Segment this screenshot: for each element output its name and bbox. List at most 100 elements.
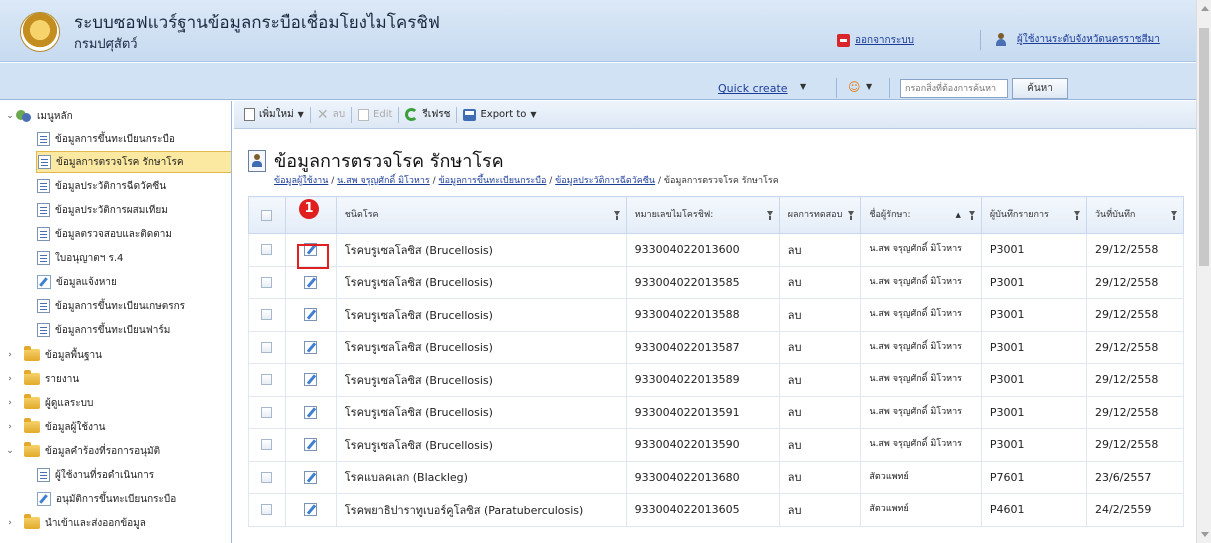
sidebar-item-inspection[interactable]: ข้อมูลตรวจสอบและติดตาม [37, 223, 172, 245]
table-row[interactable]: โรคบรูเซลโลซิส (Brucellosis) 933004022013… [248, 298, 1185, 332]
row-checkbox[interactable] [261, 276, 273, 288]
row-select-cell[interactable] [248, 395, 286, 429]
sidebar-item-farmer-registration[interactable]: ข้อมูลการขึ้นทะเบียนเกษตรกร [37, 295, 185, 317]
sidebar-folder-admin[interactable]: › ผู้ดูแลระบบ [4, 392, 93, 414]
sidebar-item-vaccination[interactable]: ข้อมูลประวัติการฉีดวัคซีน [37, 175, 166, 197]
edit-icon[interactable] [304, 340, 318, 354]
table-row[interactable]: โรคบรูเซลโลซิส (Brucellosis) 933004022013… [248, 233, 1185, 267]
chevron-down-icon[interactable]: ▼ [530, 110, 536, 119]
chevron-right-icon[interactable]: › [4, 350, 16, 360]
table-row[interactable]: โรคพยาธิปาราทูเบอร์คูโลซิส (Paratubercul… [248, 493, 1185, 527]
filter-icon[interactable] [848, 211, 855, 220]
filter-icon[interactable] [1073, 211, 1080, 220]
search-input[interactable] [900, 79, 1008, 98]
column-header-microchip[interactable]: หมายเลขไมโครชิฟ: [625, 196, 780, 234]
chevron-down-icon[interactable]: ▼ [800, 82, 806, 91]
row-select-cell[interactable] [248, 330, 286, 364]
chevron-down-icon[interactable]: ⌄ [4, 446, 16, 456]
filter-icon[interactable] [766, 211, 773, 220]
sidebar-folder-import-export[interactable]: › นำเข้าและส่งออกข้อมูล [4, 512, 146, 534]
filter-icon[interactable] [1171, 211, 1177, 220]
breadcrumb-link[interactable]: ข้อมูลประวัติการฉีดวัคซีน [555, 176, 655, 186]
row-edit-cell[interactable] [284, 330, 337, 364]
row-checkbox[interactable] [261, 471, 273, 483]
row-select-cell[interactable] [248, 233, 286, 267]
chevron-right-icon[interactable]: › [4, 374, 16, 384]
row-select-cell[interactable] [248, 493, 286, 527]
edit-icon[interactable] [304, 405, 318, 419]
edit-icon[interactable] [304, 438, 318, 452]
breadcrumb-link[interactable]: น.สพ จรุญศักดิ์ มิโวหาร [337, 176, 430, 186]
row-edit-cell[interactable] [284, 363, 337, 397]
chevron-down-icon[interactable]: ▼ [866, 82, 872, 91]
quick-create-link[interactable]: Quick create [718, 82, 788, 95]
edit-icon[interactable] [304, 503, 318, 517]
sidebar-item-farm-registration[interactable]: ข้อมูลการขึ้นทะเบียนฟาร์ม [37, 319, 170, 341]
filter-icon[interactable] [613, 211, 620, 220]
column-header-result[interactable]: ผลการทดสอบ [778, 196, 862, 234]
sidebar-folder-reports[interactable]: › รายงาน [4, 368, 79, 390]
column-header-vet[interactable]: ชื่อผู้รักษา: ▲ [860, 196, 982, 234]
select-all-cell[interactable] [248, 196, 286, 234]
row-select-cell[interactable] [248, 428, 286, 462]
breadcrumb-link[interactable]: ข้อมูลการขึ้นทะเบียนกระบือ [439, 176, 547, 186]
table-row[interactable]: โรคบรูเซลโลซิส (Brucellosis) 933004022013… [248, 395, 1185, 429]
sidebar-folder-pending-requests[interactable]: ⌄ ข้อมูลคำร้องที่รอการอนุมัติ [4, 440, 160, 462]
row-edit-cell[interactable] [284, 395, 337, 429]
new-record-button[interactable]: เพิ่มใหม่ ▼ [238, 104, 310, 126]
sidebar-item-lost-report[interactable]: ข้อมูลแจ้งหาย [37, 271, 117, 293]
edit-icon[interactable] [304, 470, 318, 484]
row-checkbox[interactable] [261, 244, 273, 256]
column-header-recorder[interactable]: ผู้บันทึกรายการ [980, 196, 1087, 234]
row-checkbox[interactable] [261, 341, 273, 353]
scroll-down-icon[interactable] [1201, 532, 1209, 537]
chevron-right-icon[interactable]: › [4, 422, 16, 432]
edit-button[interactable]: Edit [352, 104, 398, 126]
row-checkbox[interactable] [261, 439, 273, 451]
select-all-checkbox[interactable] [261, 209, 273, 221]
logout-link[interactable]: ออกจากระบบ [837, 33, 914, 48]
column-header-date[interactable]: วันที่บันทึก [1085, 196, 1185, 234]
row-edit-cell[interactable] [284, 460, 337, 494]
sidebar-item-pending-users[interactable]: ผู้ใช้งานที่รอดำเนินการ [37, 464, 154, 486]
column-header-disease[interactable]: ชนิดโรค [335, 196, 627, 234]
export-button[interactable]: Export to ▼ [457, 104, 542, 126]
row-edit-cell[interactable] [284, 298, 337, 332]
table-row[interactable]: โรคบรูเซลโลซิส (Brucellosis) 933004022013… [248, 330, 1185, 364]
search-button[interactable]: ค้นหา [1012, 78, 1068, 99]
table-row[interactable]: โรคแบลคเลก (Blackleg) 933004022013680 ลบ สั… [248, 460, 1185, 494]
row-checkbox[interactable] [261, 374, 273, 386]
sidebar-item-disease-treatment[interactable]: ข้อมูลการตรวจโรค รักษาโรค [36, 151, 231, 173]
row-select-cell[interactable] [248, 298, 286, 332]
row-select-cell[interactable] [248, 265, 286, 299]
breadcrumb-link[interactable]: ข้อมูลผู้ใช้งาน [274, 176, 328, 186]
row-checkbox[interactable] [261, 309, 273, 321]
chevron-down-icon[interactable]: ▼ [298, 110, 304, 119]
scrollbar-thumb[interactable] [1199, 28, 1209, 266]
row-select-cell[interactable] [248, 460, 286, 494]
row-edit-cell[interactable] [284, 428, 337, 462]
row-checkbox[interactable] [261, 504, 273, 516]
sidebar-folder-master-data[interactable]: › ข้อมูลพื้นฐาน [4, 344, 102, 366]
table-row[interactable]: โรคบรูเซลโลซิส (Brucellosis) 933004022013… [248, 265, 1185, 299]
table-row[interactable]: โรคบรูเซลโลซิส (Brucellosis) 933004022013… [248, 428, 1185, 462]
edit-icon[interactable] [304, 275, 318, 289]
page-scrollbar[interactable] [1196, 0, 1211, 543]
row-edit-cell[interactable] [284, 265, 337, 299]
row-select-cell[interactable] [248, 363, 286, 397]
edit-icon[interactable] [304, 373, 318, 387]
sidebar-folder-user-data[interactable]: › ข้อมูลผู้ใช้งาน [4, 416, 105, 438]
tree-root-main-menu[interactable]: ⌄ เมนูหลัก [4, 105, 73, 127]
user-profile-link[interactable]: ผู้ใช้งานระดับจังหวัดนครราชสีมา [996, 32, 1160, 47]
row-checkbox[interactable] [261, 406, 273, 418]
sidebar-item-insemination[interactable]: ข้อมูลประวัติการผสมเทียม [37, 199, 168, 221]
feedback-icon[interactable]: ☺ [848, 80, 861, 94]
sort-ascending-icon[interactable]: ▲ [955, 210, 960, 221]
sidebar-item-approve-registration[interactable]: อนุมัติการขึ้นทะเบียนกระบือ [37, 488, 176, 510]
edit-icon[interactable] [304, 308, 318, 322]
row-edit-cell[interactable] [284, 493, 337, 527]
sidebar-item-buffalo-registration[interactable]: ข้อมูลการขึ้นทะเบียนกระบือ [37, 128, 175, 150]
table-row[interactable]: โรคบรูเซลโลซิส (Brucellosis) 933004022013… [248, 363, 1185, 397]
chevron-right-icon[interactable]: › [4, 518, 16, 528]
chevron-down-icon[interactable]: ⌄ [4, 111, 16, 121]
